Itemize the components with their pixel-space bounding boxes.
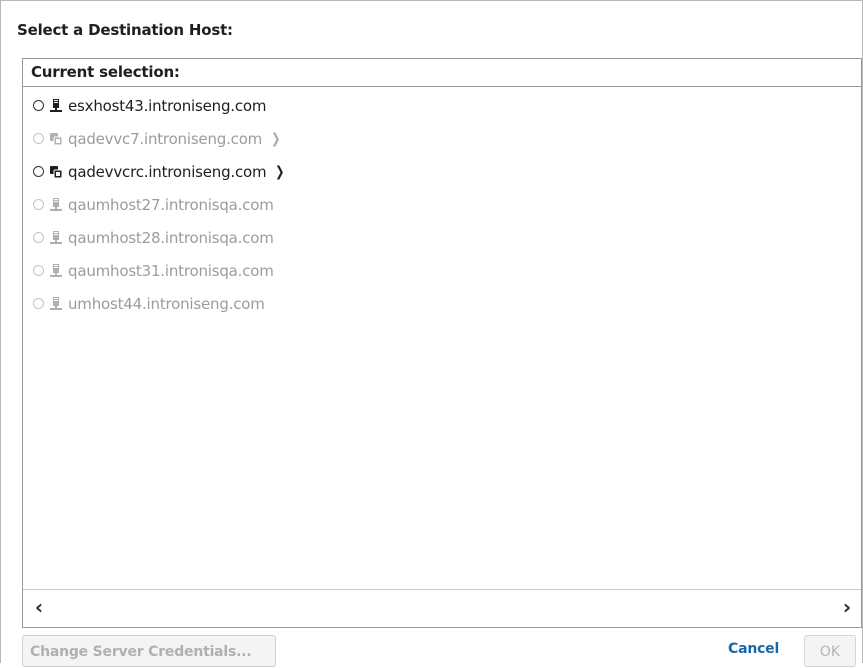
host-icon (49, 296, 63, 312)
host-selection-panel: Current selection: esxhost43.introniseng… (22, 58, 862, 628)
host-row: qaumhost31.intronisqa.com (23, 254, 861, 287)
host-name-label: qaumhost27.intronisqa.com (68, 195, 274, 214)
host-row: qaumhost27.intronisqa.com (23, 188, 861, 221)
current-selection-header: Current selection: (23, 59, 861, 87)
host-list: esxhost43.introniseng.com qadevvc7.intron… (23, 89, 861, 320)
host-radio-button[interactable] (33, 166, 44, 177)
expand-chevron-icon: ❯ (271, 130, 281, 147)
host-name-label: umhost44.introniseng.com (68, 294, 265, 313)
host-name-label: esxhost43.introniseng.com (68, 96, 267, 115)
host-radio-button (33, 232, 44, 243)
host-row: umhost44.introniseng.com (23, 287, 861, 320)
change-server-credentials-button[interactable]: Change Server Credentials... (22, 635, 276, 667)
expand-chevron-icon[interactable]: ❯ (276, 164, 285, 180)
host-icon (49, 98, 63, 114)
host-radio-button (33, 199, 44, 210)
host-row[interactable]: qadevvcrc.introniseng.com ❯ (23, 155, 861, 188)
destination-host-dialog: Select a Destination Host: Current selec… (0, 0, 863, 667)
host-icon (49, 263, 63, 279)
host-icon (49, 197, 63, 213)
horizontal-scrollbar[interactable]: ‹ › (23, 589, 861, 627)
host-radio-button[interactable] (33, 100, 44, 111)
host-radio-button (33, 298, 44, 309)
host-radio-button (33, 133, 44, 144)
host-name-label: qaumhost31.intronisqa.com (68, 261, 274, 280)
cancel-button[interactable]: Cancel (728, 641, 779, 657)
host-icon (49, 230, 63, 246)
host-row: qaumhost28.intronisqa.com (23, 221, 861, 254)
vcenter-icon (49, 131, 63, 147)
host-name-label: qaumhost28.intronisqa.com (68, 228, 274, 247)
scroll-right-arrow-icon[interactable]: › (837, 595, 857, 619)
host-row: qadevvc7.introniseng.com ❯ (23, 122, 861, 155)
host-name-label: qadevvc7.introniseng.com (68, 129, 263, 148)
scroll-left-arrow-icon[interactable]: ‹ (29, 595, 49, 619)
ok-button[interactable]: OK (804, 635, 856, 667)
dialog-title: Select a Destination Host: (17, 21, 233, 39)
host-radio-button (33, 265, 44, 276)
host-name-label: qadevvcrc.introniseng.com (68, 162, 267, 181)
vcenter-icon (49, 164, 63, 180)
host-row[interactable]: esxhost43.introniseng.com (23, 89, 861, 122)
